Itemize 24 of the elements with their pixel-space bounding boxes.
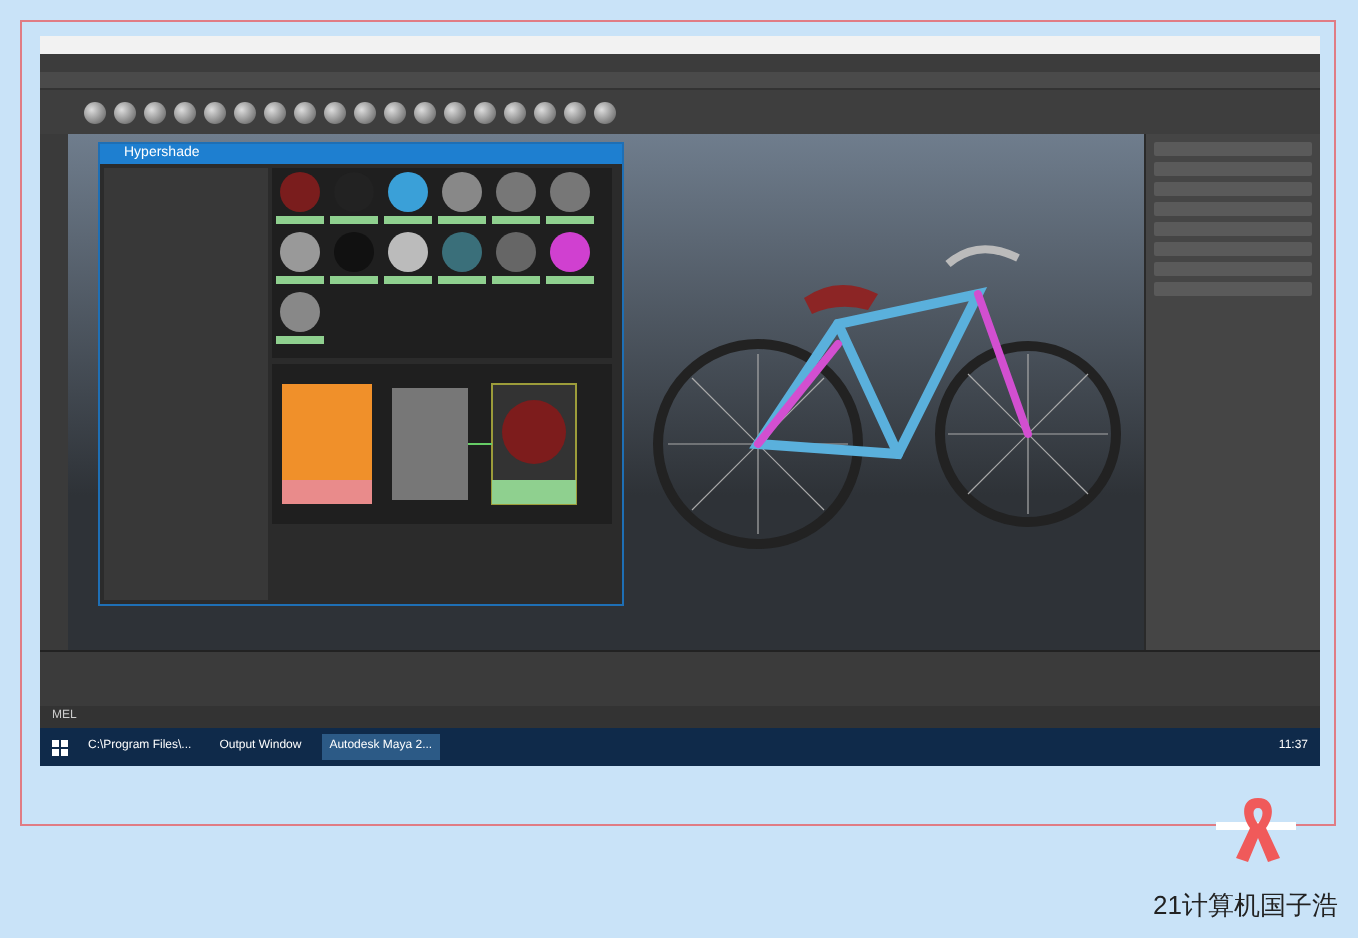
shelf-sphere-icon[interactable]: [444, 101, 466, 123]
shelf-sphere-icon[interactable]: [144, 101, 166, 123]
shelf-sphere-icon[interactable]: [114, 101, 136, 123]
shelf-sphere-icon[interactable]: [84, 101, 106, 123]
texture-node[interactable]: [282, 384, 372, 504]
shelf-sphere-icon[interactable]: [174, 101, 196, 123]
shelf-sphere-icon[interactable]: [264, 101, 286, 123]
checker-node[interactable]: [392, 388, 468, 500]
shelf-sphere-icon[interactable]: [414, 101, 436, 123]
shelf-sphere-icon[interactable]: [564, 101, 586, 123]
material-node[interactable]: [491, 383, 577, 505]
shelf-sphere-icon[interactable]: [504, 101, 526, 123]
shelf-sphere-icon[interactable]: [354, 101, 376, 123]
shelf-sphere-icon[interactable]: [234, 101, 256, 123]
shelf-sphere-icon[interactable]: [384, 101, 406, 123]
shelf-sphere-icon[interactable]: [594, 101, 616, 123]
shelf-sphere-icon[interactable]: [534, 101, 556, 123]
shelf-sphere-icon[interactable]: [204, 101, 226, 123]
shelf-sphere-icon[interactable]: [474, 101, 496, 123]
shelf-sphere-icon[interactable]: [324, 101, 346, 123]
shelf-sphere-icon[interactable]: [294, 101, 316, 123]
author-caption: 21计算机国子浩: [1153, 888, 1338, 924]
windows-icon[interactable]: [52, 739, 68, 755]
connection-line: [467, 443, 493, 445]
